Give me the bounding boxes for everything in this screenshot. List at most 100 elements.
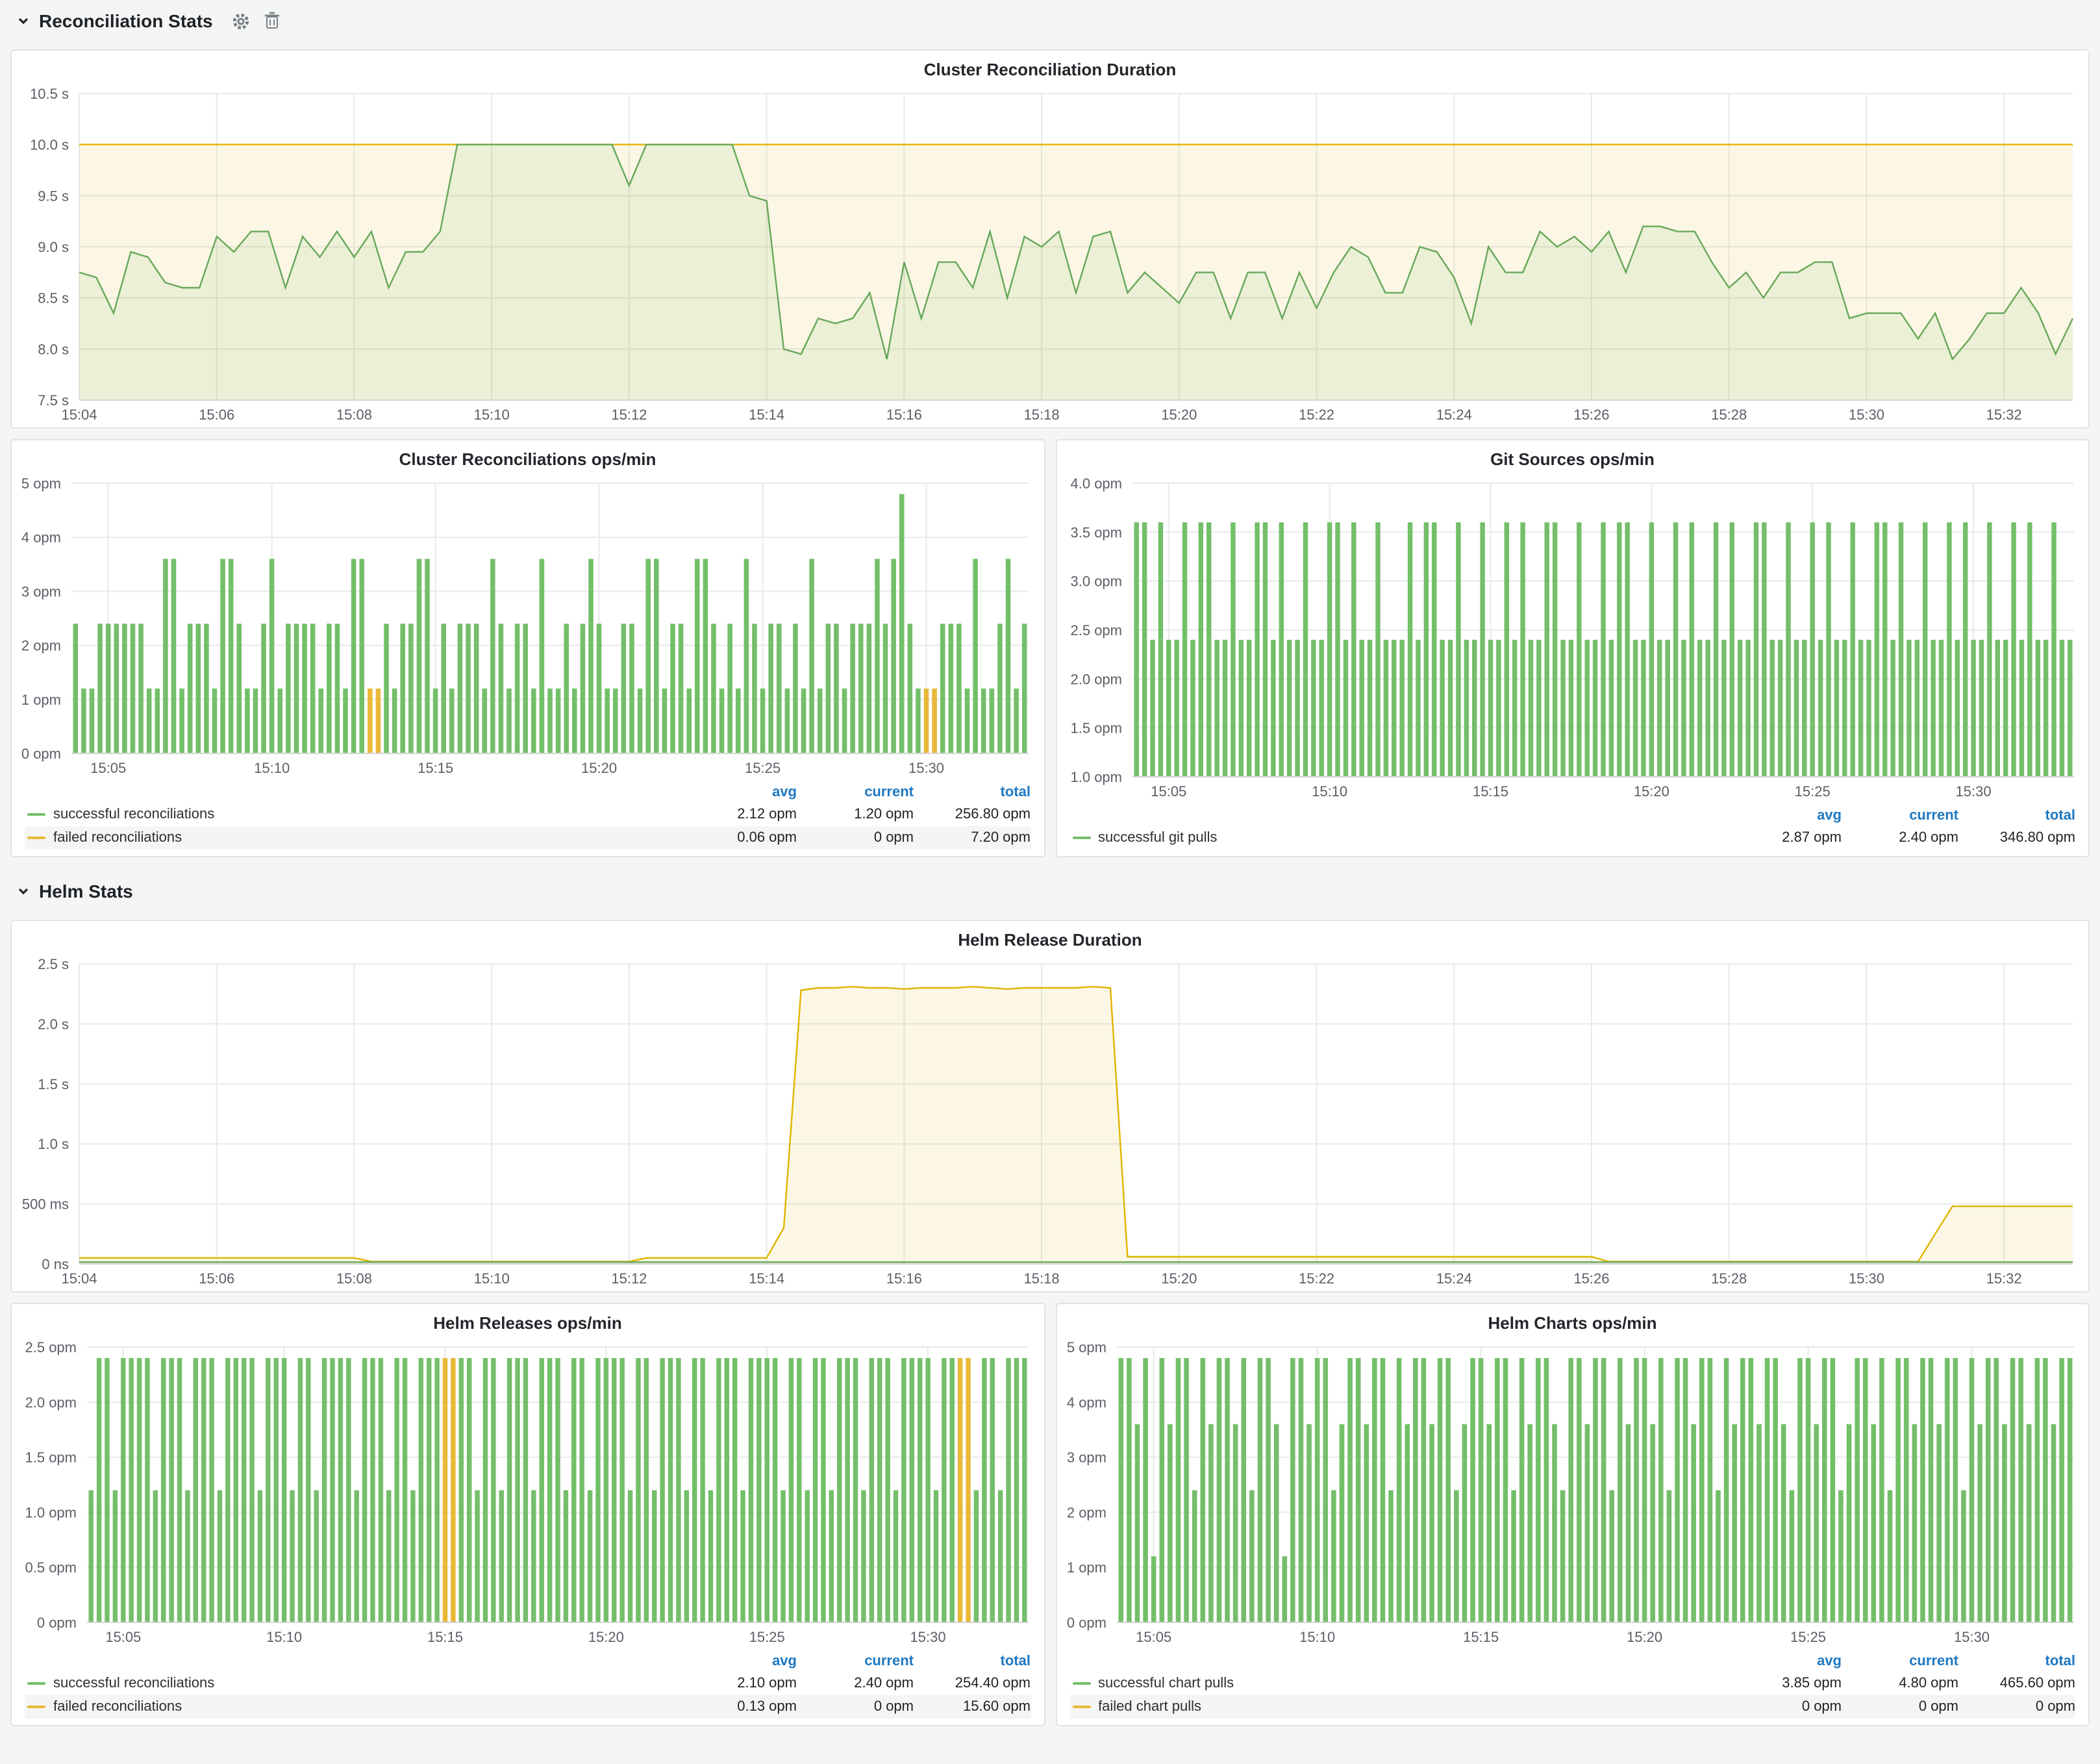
svg-text:1.0 s: 1.0 s [38, 1136, 69, 1152]
chart-helm-releases-ops[interactable]: 2.5 opm2.0 opm1.5 opm1.0 opm0.5 opm0 opm… [12, 1337, 1044, 1650]
legend-col-current[interactable]: current [1842, 808, 1958, 824]
legend-avg-value: 0.06 opm [680, 830, 797, 846]
legend-current-value: 2.40 opm [797, 1676, 914, 1691]
series-label[interactable]: successful git pulls [1098, 830, 1725, 846]
svg-text:0 opm: 0 opm [21, 746, 61, 762]
svg-text:15:05: 15:05 [1135, 1629, 1171, 1645]
svg-text:2 opm: 2 opm [1066, 1504, 1106, 1520]
svg-text:4 opm: 4 opm [1066, 1394, 1106, 1411]
svg-text:15:20: 15:20 [1161, 1270, 1197, 1287]
series-label[interactable]: failed chart pulls [1098, 1699, 1725, 1715]
svg-text:15:10: 15:10 [474, 1270, 510, 1287]
svg-text:1.5 s: 1.5 s [38, 1076, 69, 1092]
svg-text:15:20: 15:20 [588, 1629, 624, 1645]
svg-text:15:20: 15:20 [1633, 783, 1669, 800]
svg-text:15:05: 15:05 [105, 1629, 141, 1645]
svg-text:15:08: 15:08 [336, 1270, 372, 1287]
chevron-down-icon [16, 883, 31, 899]
legend-col-avg[interactable]: avg [1725, 1654, 1842, 1669]
series-color-dash [1072, 1706, 1090, 1708]
series-label[interactable]: successful reconciliations [53, 1676, 680, 1691]
series-label[interactable]: failed reconciliations [53, 830, 680, 846]
series-label[interactable]: failed reconciliations [53, 1699, 680, 1715]
chart-helm-release-duration[interactable]: 2.5 s2.0 s1.5 s1.0 s500 ms0 ns15:0415:06… [12, 953, 2088, 1291]
panel-title[interactable]: Helm Release Duration [12, 921, 2088, 953]
svg-text:15:25: 15:25 [1794, 783, 1830, 800]
legend-col-total[interactable]: total [1958, 1654, 2075, 1669]
svg-text:15:30: 15:30 [910, 1629, 946, 1645]
svg-text:15:24: 15:24 [1436, 1270, 1472, 1287]
legend-col-avg[interactable]: avg [680, 1654, 797, 1669]
legend-col-avg[interactable]: avg [1725, 808, 1842, 824]
legend-header: avg current total [25, 782, 1031, 803]
svg-text:2.0 s: 2.0 s [38, 1016, 69, 1032]
chart-cluster-reconciliation-duration[interactable]: 10.5 s10.0 s9.5 s9.0 s8.5 s8.0 s7.5 s15:… [12, 83, 2088, 427]
section-reconciliation-stats[interactable]: Reconciliation Stats [10, 3, 2090, 39]
chart-git-sources-ops[interactable]: 4.0 opm3.5 opm3.0 opm2.5 opm2.0 opm1.5 o… [1056, 473, 2088, 804]
svg-text:500 ms: 500 ms [22, 1196, 69, 1213]
svg-text:2.5 s: 2.5 s [38, 956, 69, 972]
svg-text:15:30: 15:30 [1849, 1270, 1884, 1287]
legend-col-current[interactable]: current [797, 1654, 914, 1669]
legend-avg-value: 0 opm [1725, 1699, 1842, 1715]
panel-title[interactable]: Helm Releases ops/min [12, 1304, 1044, 1337]
svg-text:15:06: 15:06 [199, 1270, 234, 1287]
section-helm-stats[interactable]: Helm Stats [10, 873, 2090, 909]
legend-col-current[interactable]: current [1842, 1654, 1958, 1669]
svg-text:15:32: 15:32 [1986, 1270, 2022, 1287]
legend-col-avg[interactable]: avg [680, 785, 797, 800]
series-color-dash [1072, 837, 1090, 839]
svg-text:3.0 opm: 3.0 opm [1070, 573, 1122, 590]
legend: avg current total successful git pulls 2… [1056, 804, 2088, 856]
svg-text:15:30: 15:30 [1849, 407, 1884, 423]
svg-text:15:15: 15:15 [418, 760, 453, 776]
svg-text:15:10: 15:10 [474, 407, 510, 423]
svg-text:3 opm: 3 opm [1066, 1450, 1106, 1466]
legend: avg current total successful reconciliat… [12, 1650, 1044, 1725]
legend-header: avg current total [25, 1651, 1031, 1672]
legend-total-value: 7.20 opm [914, 830, 1031, 846]
chart-cluster-reconciliations-ops[interactable]: 5 opm4 opm3 opm2 opm1 opm0 opm15:0515:10… [12, 473, 1044, 781]
svg-text:2.5 opm: 2.5 opm [25, 1339, 77, 1355]
svg-text:1.5 opm: 1.5 opm [25, 1450, 77, 1466]
svg-text:15:10: 15:10 [266, 1629, 302, 1645]
svg-text:5 opm: 5 opm [1066, 1339, 1106, 1355]
legend-col-total[interactable]: total [1958, 808, 2075, 824]
gear-icon[interactable] [231, 11, 251, 31]
svg-text:2.0 opm: 2.0 opm [1070, 671, 1122, 687]
svg-text:15:10: 15:10 [1311, 783, 1347, 800]
series-label[interactable]: successful chart pulls [1098, 1676, 1725, 1691]
legend-row: successful reconciliations 2.10 opm 2.40… [25, 1672, 1031, 1695]
svg-text:15:28: 15:28 [1711, 1270, 1747, 1287]
svg-text:0.5 opm: 0.5 opm [25, 1559, 77, 1576]
chart-helm-charts-ops[interactable]: 5 opm4 opm3 opm2 opm1 opm0 opm15:0515:10… [1056, 1337, 2088, 1650]
svg-text:15:05: 15:05 [90, 760, 126, 776]
svg-text:10.5 s: 10.5 s [30, 86, 69, 102]
legend-col-total[interactable]: total [914, 1654, 1031, 1669]
svg-text:15:30: 15:30 [1955, 783, 1991, 800]
svg-text:15:12: 15:12 [611, 407, 647, 423]
panel-title[interactable]: Helm Charts ops/min [1056, 1304, 2088, 1337]
legend-avg-value: 3.85 opm [1725, 1676, 1842, 1691]
svg-text:1 opm: 1 opm [1066, 1559, 1106, 1576]
legend-total-value: 0 opm [1958, 1699, 2075, 1715]
legend-col-total[interactable]: total [914, 785, 1031, 800]
panel-title[interactable]: Git Sources ops/min [1056, 440, 2088, 473]
panel-title[interactable]: Cluster Reconciliations ops/min [12, 440, 1044, 473]
legend-row: failed reconciliations 0.06 opm 0 opm 7.… [25, 826, 1031, 850]
legend-current-value: 4.80 opm [1842, 1676, 1958, 1691]
legend-current-value: 2.40 opm [1842, 830, 1958, 846]
svg-text:15:15: 15:15 [427, 1629, 463, 1645]
legend-total-value: 346.80 opm [1958, 830, 2075, 846]
svg-text:9.5 s: 9.5 s [38, 188, 69, 204]
legend-current-value: 1.20 opm [797, 807, 914, 822]
legend-col-current[interactable]: current [797, 785, 914, 800]
legend-avg-value: 2.87 opm [1725, 830, 1842, 846]
svg-text:15:22: 15:22 [1299, 407, 1334, 423]
series-label[interactable]: successful reconciliations [53, 807, 680, 822]
panel-title[interactable]: Cluster Reconciliation Duration [12, 51, 2088, 83]
svg-text:15:18: 15:18 [1024, 407, 1060, 423]
trash-icon[interactable] [264, 12, 281, 30]
legend-current-value: 0 opm [797, 1699, 914, 1715]
legend-header: avg current total [1069, 805, 2075, 826]
